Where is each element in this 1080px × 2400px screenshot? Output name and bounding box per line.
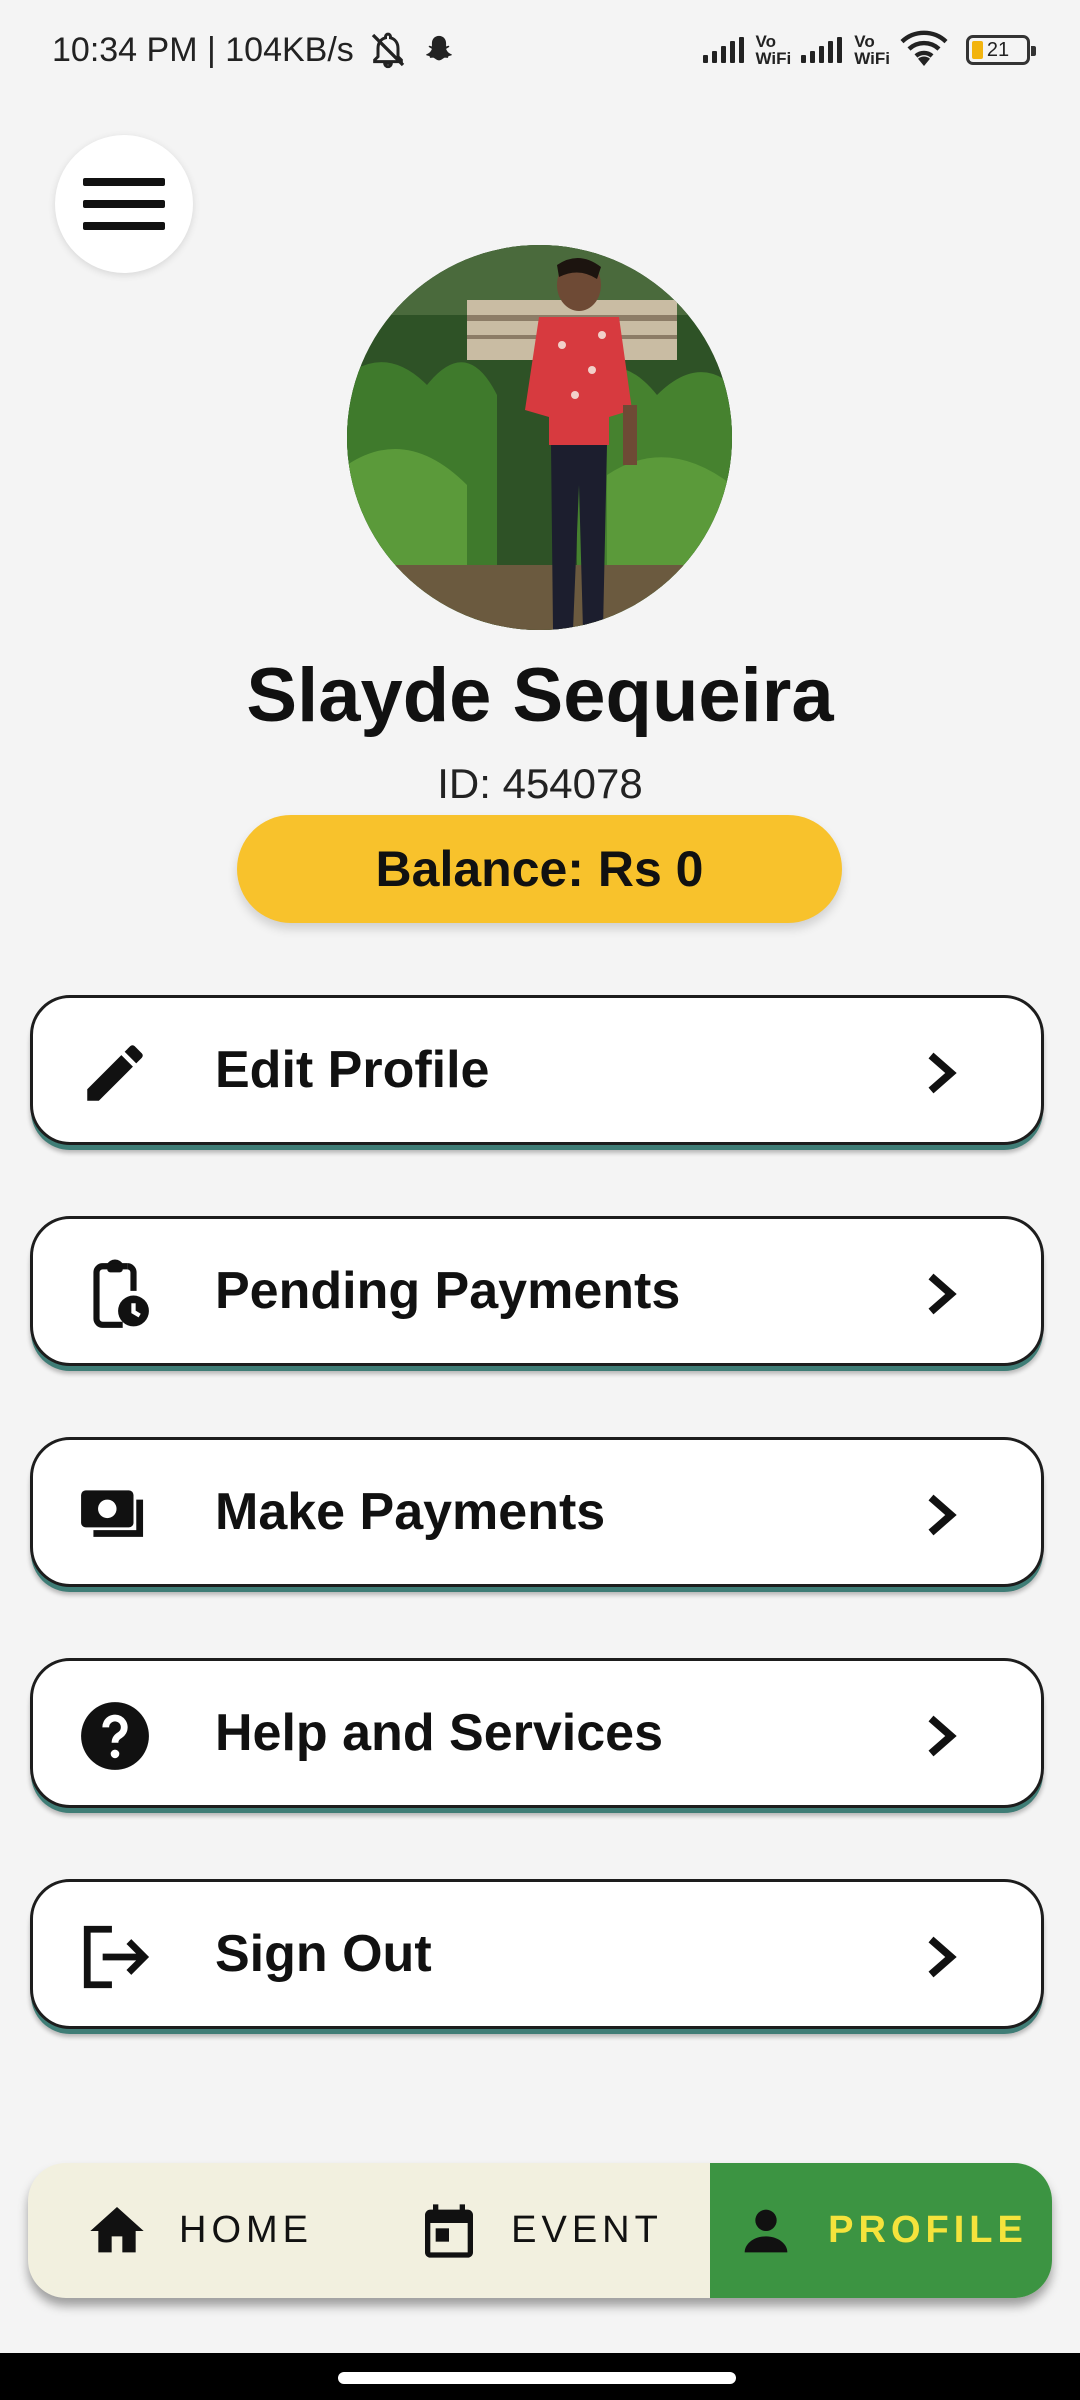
help-and-services-button[interactable]: Help and Services	[30, 1658, 1044, 1808]
pencil-icon	[87, 1045, 143, 1101]
balance-badge: Balance: Rs 0	[237, 815, 842, 923]
profile-name: Slayde Sequeira	[246, 653, 834, 738]
status-bar: 10:34 PM | 104KB/s Vo WiFi Vo WiFi 21	[0, 0, 1080, 100]
nav-home-label: HOME	[179, 2209, 313, 2251]
vowifi-label-2: Vo WiFi	[854, 33, 890, 67]
help-and-services-label: Help and Services	[215, 1704, 663, 1762]
clipboard-clock-icon	[93, 1259, 149, 1328]
cash-icon	[81, 1490, 144, 1537]
status-left: 10:34 PM | 104KB/s	[52, 30, 456, 70]
nav-profile[interactable]: PROFILE	[710, 2163, 1052, 2298]
battery-icon: 21	[966, 35, 1036, 65]
edit-profile-button[interactable]: Edit Profile	[30, 995, 1044, 1145]
battery-level: 21	[986, 38, 1010, 61]
signal-icon-2	[801, 37, 843, 63]
profile-photo[interactable]	[347, 245, 732, 630]
mute-bell-icon	[371, 32, 404, 69]
chevron-right-icon	[928, 1936, 957, 1978]
vowifi-2-line2: WiFi	[854, 49, 890, 68]
status-right: Vo WiFi Vo WiFi 21	[702, 30, 1036, 70]
person-icon	[744, 2209, 788, 2252]
profile-menu-list: Edit Profile Pending Payments Make Payme…	[30, 995, 1044, 2100]
make-payments-label: Make Payments	[215, 1483, 606, 1541]
bottom-nav: HOME EVENT PROFILE	[28, 2163, 1052, 2298]
wifi-icon	[900, 30, 948, 66]
profile-id: ID: 454078	[437, 760, 643, 807]
vowifi-1-line2: WiFi	[755, 49, 792, 68]
vowifi-label-1: Vo WiFi	[756, 33, 792, 67]
sign-out-icon	[83, 1925, 150, 1989]
nav-event[interactable]: EVENT	[370, 2163, 710, 2298]
sign-out-button[interactable]: Sign Out	[30, 1879, 1044, 2029]
home-icon	[90, 2206, 144, 2252]
chevron-right-icon	[928, 1052, 957, 1094]
make-payments-button[interactable]: Make Payments	[30, 1437, 1044, 1587]
vowifi-1-line1: Vo	[755, 32, 776, 51]
chevron-right-icon	[928, 1715, 957, 1757]
edit-profile-label: Edit Profile	[215, 1041, 490, 1099]
chevron-right-icon	[928, 1494, 957, 1536]
nav-home[interactable]: HOME	[28, 2163, 370, 2298]
nav-event-label: EVENT	[511, 2209, 663, 2251]
help-circle-icon	[81, 1702, 149, 1770]
pending-payments-label: Pending Payments	[215, 1262, 681, 1320]
status-time: 10:34 PM | 104KB/s	[52, 30, 354, 69]
system-nav-bar	[0, 2353, 1080, 2400]
hamburger-menu-icon[interactable]	[55, 135, 193, 273]
home-gesture-bar[interactable]	[338, 2372, 736, 2384]
profile-photo-image	[347, 245, 732, 630]
pending-payments-button[interactable]: Pending Payments	[30, 1216, 1044, 1366]
sign-out-label: Sign Out	[215, 1925, 432, 1983]
vowifi-2-line1: Vo	[854, 32, 875, 51]
chevron-right-icon	[928, 1273, 957, 1315]
snapchat-ghost-icon	[425, 35, 452, 61]
nav-profile-label: PROFILE	[828, 2209, 1028, 2251]
calendar-icon	[425, 2203, 474, 2258]
signal-icon	[702, 37, 744, 63]
